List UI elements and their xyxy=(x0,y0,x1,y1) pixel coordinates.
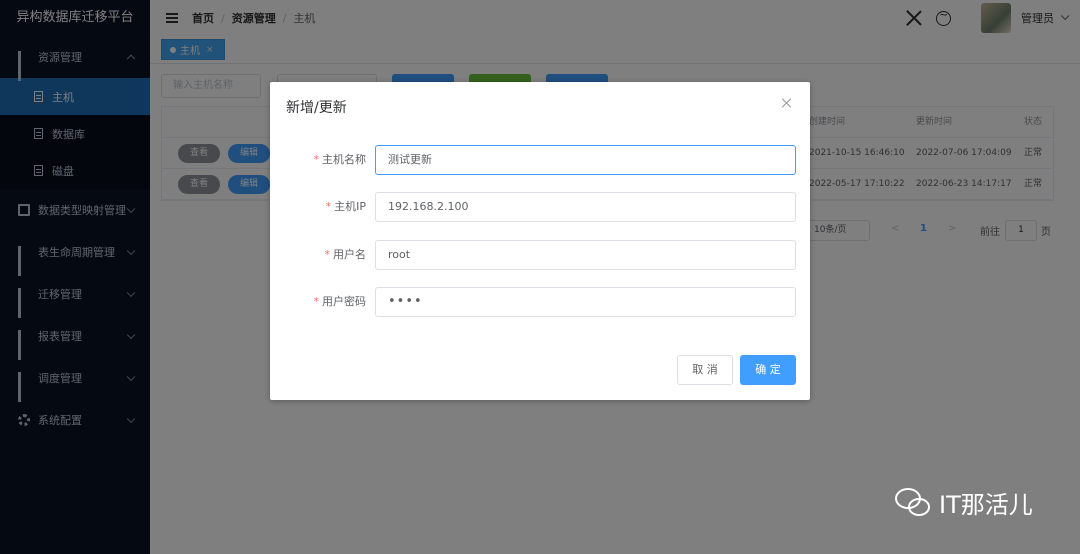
password-label: * 用户密码 xyxy=(313,295,367,308)
required-mark: * xyxy=(313,153,320,166)
form-row-password: * 用户密码 •••• xyxy=(270,287,810,317)
add-update-dialog: 新增/更新 * 主机名称 测试更新 * 主机IP 192.168.2.100 * 用户… xyxy=(270,82,810,400)
form-row-username: * 用户名 root xyxy=(270,240,810,270)
watermark-text: IT那活儿 xyxy=(939,491,1033,519)
required-mark: * xyxy=(325,200,332,213)
dialog-title: 新增/更新 xyxy=(286,100,347,116)
host-ip-input[interactable]: 192.168.2.100 xyxy=(375,192,796,222)
username-label: * 用户名 xyxy=(324,248,367,261)
required-mark: * xyxy=(313,295,320,308)
form-row-host-name: * 主机名称 测试更新 xyxy=(270,145,810,175)
watermark: IT那活儿 xyxy=(893,485,1033,520)
confirm-button[interactable]: 确 定 xyxy=(740,355,796,385)
password-input[interactable]: •••• xyxy=(375,287,796,317)
username-input[interactable]: root xyxy=(375,240,796,270)
host-ip-label: * 主机IP xyxy=(325,200,366,213)
host-name-input[interactable]: 测试更新 xyxy=(375,145,796,175)
host-name-label: * 主机名称 xyxy=(313,153,367,166)
form-row-host-ip: * 主机IP 192.168.2.100 xyxy=(270,192,810,222)
wechat-icon xyxy=(893,486,933,520)
required-mark: * xyxy=(324,248,331,261)
close-icon[interactable] xyxy=(782,98,792,108)
cancel-button[interactable]: 取 消 xyxy=(677,355,733,385)
